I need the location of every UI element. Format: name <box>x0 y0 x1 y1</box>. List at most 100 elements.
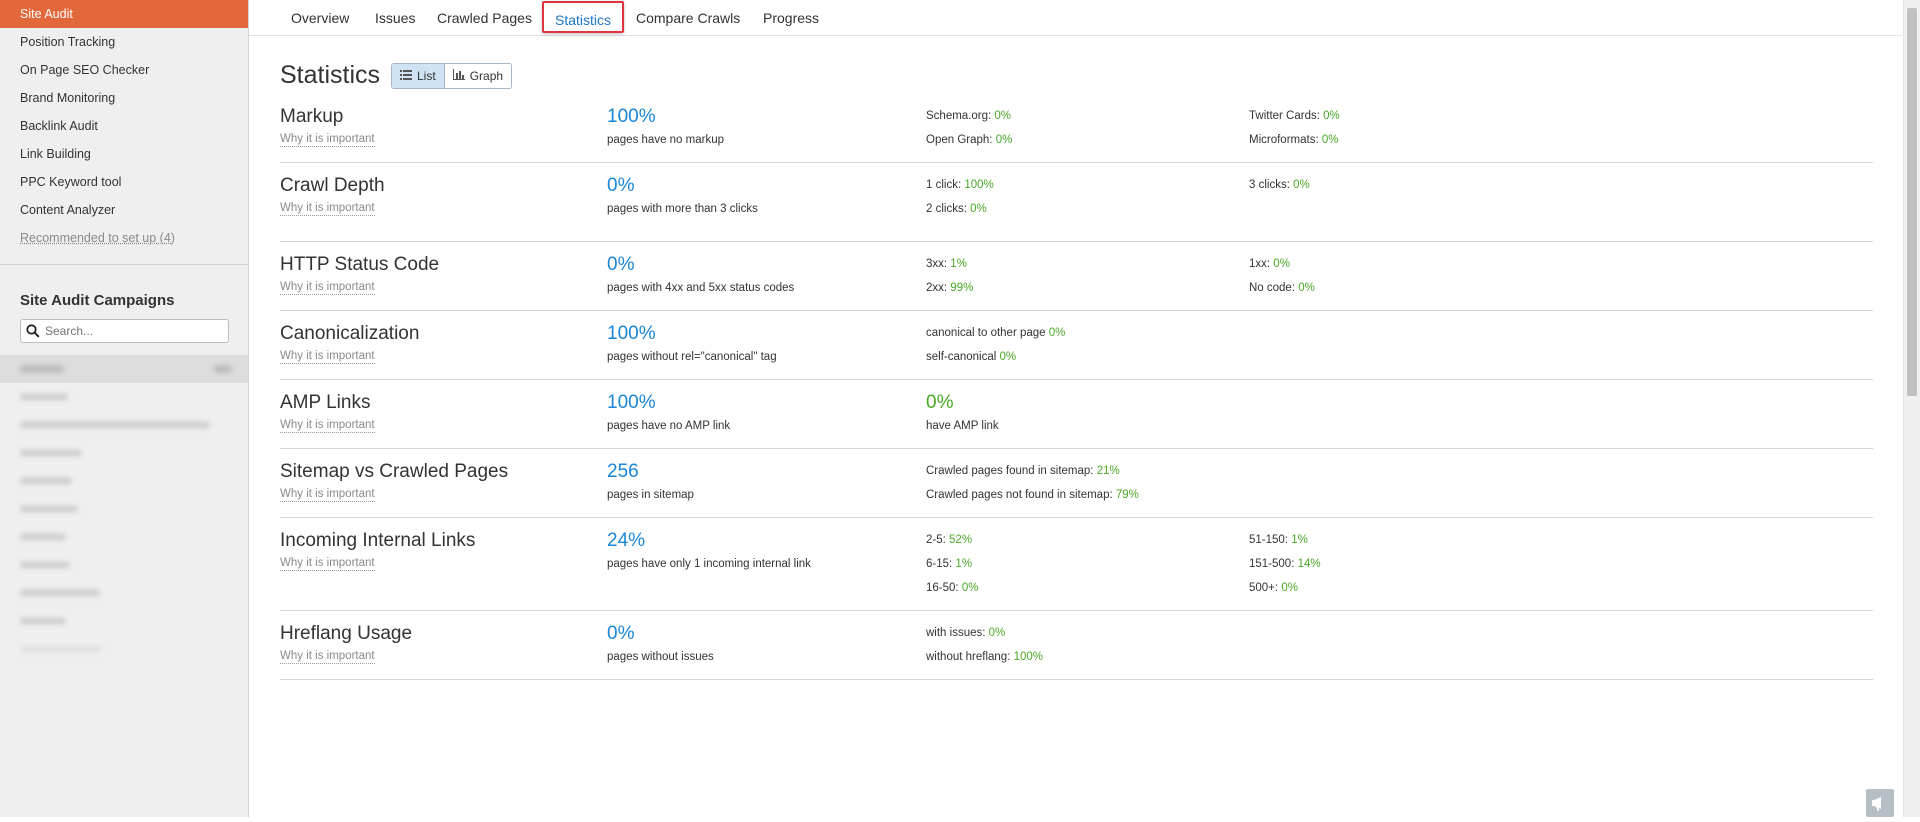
stat-detail: Crawled pages not found in sitemap: 79% <box>926 489 1139 501</box>
sidebar-item-site-audit[interactable]: Site Audit <box>0 0 248 28</box>
statistics-list: Markup Why it is important 100% pages ha… <box>280 104 1873 680</box>
campaign-search-input[interactable] <box>45 322 223 340</box>
sidebar-item-on-page-seo-checker[interactable]: On Page SEO Checker <box>0 56 248 84</box>
why-important-link[interactable]: Why it is important <box>280 418 375 433</box>
stat-detail: Microformats: 0% <box>1249 134 1339 146</box>
stat-detail: 1 click: 100% <box>926 179 994 191</box>
why-important-link[interactable]: Why it is important <box>280 280 375 295</box>
stat-detail: Twitter Cards: 0% <box>1249 110 1340 122</box>
list-icon <box>400 64 412 88</box>
sidebar-item-position-tracking[interactable]: Position Tracking <box>0 28 248 56</box>
campaign-item[interactable] <box>0 467 248 495</box>
stat-value[interactable]: 100% <box>607 321 656 347</box>
stat-row-hreflang-usage: Hreflang Usage Why it is important 0% pa… <box>280 621 1873 680</box>
stat-description: pages with more than 3 clicks <box>607 203 758 215</box>
stat-title: Sitemap vs Crawled Pages <box>280 461 509 482</box>
stat-detail: 151-500: 14% <box>1249 558 1321 570</box>
stat-row-crawl-depth: Crawl Depth Why it is important 0% pages… <box>280 173 1873 242</box>
stat-detail: 3xx: 1% <box>926 258 967 270</box>
stat-title: Incoming Internal Links <box>280 530 476 551</box>
sidebar-item-brand-monitoring[interactable]: Brand Monitoring <box>0 84 248 112</box>
campaign-item[interactable] <box>0 383 248 411</box>
campaign-item[interactable] <box>0 579 248 607</box>
stat-value[interactable]: 0% <box>607 173 634 199</box>
stat-title: HTTP Status Code <box>280 254 440 275</box>
graph-view-label: Graph <box>469 69 504 83</box>
graph-view-button[interactable]: Graph <box>444 64 512 88</box>
list-view-label: List <box>417 69 436 83</box>
stat-value[interactable]: 0% <box>607 252 634 278</box>
megaphone-icon <box>1866 797 1894 821</box>
stat-title: Canonicalization <box>280 323 420 344</box>
sidebar-item-backlink-audit[interactable]: Backlink Audit <box>0 112 248 140</box>
page-scrollbar[interactable] <box>1903 0 1920 817</box>
stat-title: AMP Links <box>280 392 371 413</box>
stat-detail: Schema.org: 0% <box>926 110 1012 122</box>
stat-description: pages without rel="canonical" tag <box>607 351 777 363</box>
campaign-list <box>0 355 248 663</box>
stat-row-markup: Markup Why it is important 100% pages ha… <box>280 104 1873 163</box>
sidebar-divider <box>0 264 248 265</box>
campaign-item[interactable] <box>0 551 248 579</box>
tab-overview[interactable]: Overview <box>291 0 349 35</box>
campaign-item[interactable] <box>0 495 248 523</box>
stat-title: Crawl Depth <box>280 175 385 196</box>
tab-issues[interactable]: Issues <box>375 0 415 35</box>
sidebar-item-recommended[interactable]: Recommended to set up (4) <box>0 224 248 252</box>
stat-description: pages have no AMP link <box>607 420 731 432</box>
stat-value[interactable]: 100% <box>607 390 656 416</box>
why-important-link[interactable]: Why it is important <box>280 556 375 571</box>
campaign-item[interactable] <box>0 439 248 467</box>
stat-secondary-value[interactable]: 0% <box>926 390 953 416</box>
stat-value[interactable]: 100% <box>607 104 656 130</box>
campaign-search-field[interactable] <box>20 319 229 343</box>
stat-row-incoming-internal-links: Incoming Internal Links Why it is import… <box>280 528 1873 611</box>
search-icon <box>26 324 40 343</box>
campaign-item[interactable] <box>0 523 248 551</box>
view-toggle: List Graph <box>391 63 513 89</box>
stat-detail: 16-50: 0% <box>926 582 979 594</box>
scrollbar-thumb[interactable] <box>1907 8 1917 396</box>
list-view-button[interactable]: List <box>392 64 445 88</box>
why-important-link[interactable]: Why it is important <box>280 649 375 664</box>
stat-detail: with issues: 0% <box>926 627 1006 639</box>
feedback-button[interactable] <box>1866 789 1894 817</box>
report-tabs: Overview Issues Crawled Pages Statistics… <box>249 0 1902 36</box>
stat-detail: 51-150: 1% <box>1249 534 1308 546</box>
sidebar-item-link-building[interactable]: Link Building <box>0 140 248 168</box>
why-important-link[interactable]: Why it is important <box>280 349 375 364</box>
tab-crawled-pages[interactable]: Crawled Pages <box>437 0 532 35</box>
tab-compare-crawls[interactable]: Compare Crawls <box>636 0 740 35</box>
stat-description: pages in sitemap <box>607 489 694 501</box>
campaigns-title: Site Audit Campaigns <box>20 292 175 309</box>
stat-description: pages without issues <box>607 651 714 663</box>
why-important-link[interactable]: Why it is important <box>280 201 375 216</box>
stat-row-sitemap-vs-crawled: Sitemap vs Crawled Pages Why it is impor… <box>280 459 1873 518</box>
sidebar-item-content-analyzer[interactable]: Content Analyzer <box>0 196 248 224</box>
stat-row-http-status-code: HTTP Status Code Why it is important 0% … <box>280 252 1873 311</box>
stat-value[interactable]: 0% <box>607 621 634 647</box>
stat-detail: without hreflang: 100% <box>926 651 1044 663</box>
stat-detail: 1xx: 0% <box>1249 258 1290 270</box>
stat-detail: self-canonical 0% <box>926 351 1017 363</box>
stat-detail: Crawled pages found in sitemap: 21% <box>926 465 1120 477</box>
campaign-item[interactable] <box>0 355 248 383</box>
stat-description: pages have only 1 incoming internal link <box>607 558 811 570</box>
sidebar-item-ppc-keyword-tool[interactable]: PPC Keyword tool <box>0 168 248 196</box>
stat-value[interactable]: 24% <box>607 528 645 554</box>
tab-statistics[interactable]: Statistics <box>542 1 625 33</box>
stat-detail: 500+: 0% <box>1249 582 1298 594</box>
tab-progress[interactable]: Progress <box>763 0 819 35</box>
campaign-item[interactable] <box>0 411 248 439</box>
why-important-link[interactable]: Why it is important <box>280 132 375 147</box>
campaign-item[interactable] <box>0 607 248 635</box>
stat-description: pages have no markup <box>607 134 724 146</box>
stat-detail: 2xx: 99% <box>926 282 974 294</box>
stat-value[interactable]: 256 <box>607 459 639 485</box>
sidebar: Site Audit Position Tracking On Page SEO… <box>0 0 249 817</box>
campaign-item[interactable] <box>0 635 248 663</box>
stat-row-canonicalization: Canonicalization Why it is important 100… <box>280 321 1873 380</box>
why-important-link[interactable]: Why it is important <box>280 487 375 502</box>
stat-detail: No code: 0% <box>1249 282 1315 294</box>
stat-row-amp-links: AMP Links Why it is important 100% pages… <box>280 390 1873 449</box>
